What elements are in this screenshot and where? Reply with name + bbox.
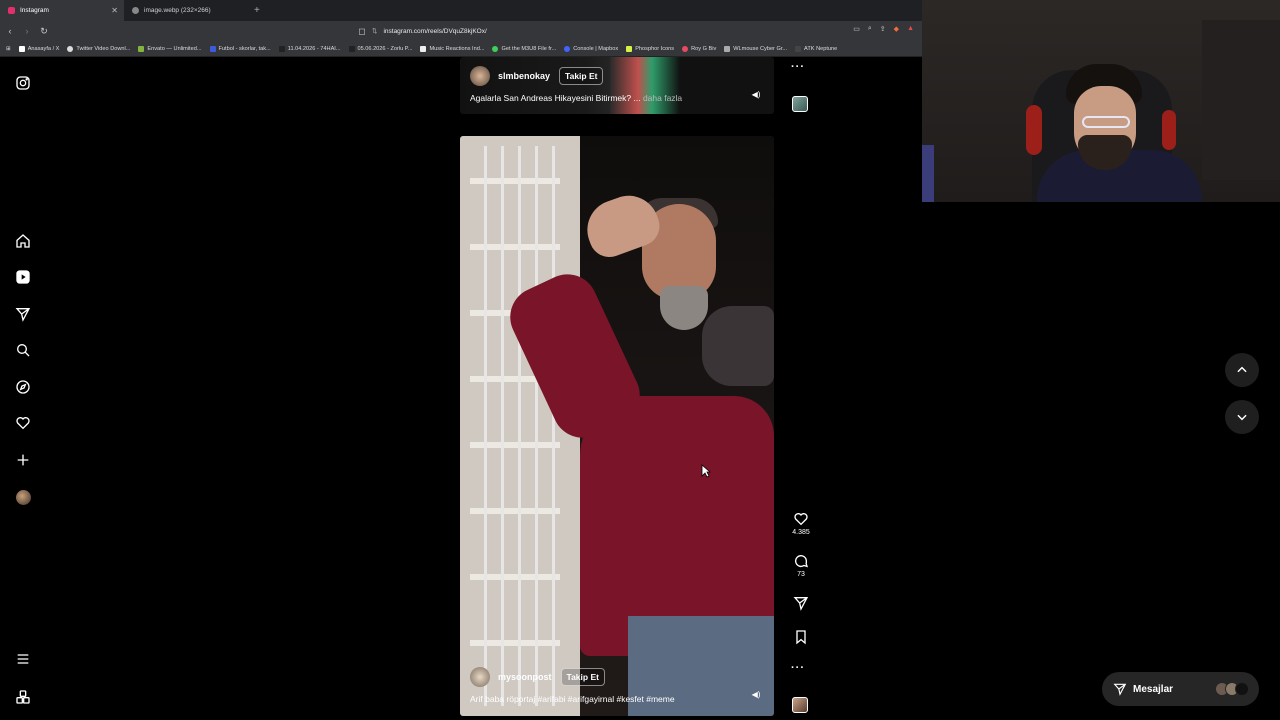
mute-icon[interactable]: ◀) — [750, 90, 762, 102]
comment-icon — [795, 555, 809, 568]
new-tab-icon[interactable]: + — [254, 5, 260, 16]
instagram-favicon-icon — [8, 7, 15, 14]
video-figure-hood — [702, 306, 774, 386]
tab-title: image.webp (232×266) — [144, 7, 211, 14]
avatar — [1235, 682, 1249, 696]
reel-previous[interactable]: slmbenokay Takip Et Agalarla San Andreas… — [460, 57, 774, 114]
zoom-icon[interactable]: ⌕ — [868, 25, 872, 33]
rewards-icon[interactable]: ▲ — [907, 25, 914, 33]
mute-icon[interactable]: ◀) — [750, 690, 762, 702]
bookmark-item[interactable]: 05.06.2026 - Zorlu P... — [348, 45, 412, 52]
bookmark-item[interactable]: Get the M3U8 File fr... — [492, 45, 556, 52]
send-icon[interactable] — [14, 305, 32, 323]
more-options-icon[interactable]: ··· — [791, 61, 805, 73]
tab-title: Instagram — [20, 7, 49, 14]
bookmark-icon — [796, 630, 806, 645]
reload-icon[interactable]: ↻ — [37, 26, 51, 37]
mouse-cursor-icon — [701, 464, 711, 478]
message-avatars — [1215, 682, 1249, 696]
username[interactable]: mysoonpost — [498, 672, 552, 682]
follow-button[interactable]: Takip Et — [560, 668, 605, 686]
save-action[interactable] — [790, 629, 812, 647]
reel-author: slmbenokay Takip Et — [470, 66, 604, 86]
follow-button[interactable]: Takip Et — [559, 67, 604, 85]
bookmark-item[interactable]: Twitter Video Downl... — [67, 45, 130, 52]
like-count: 4.385 — [792, 529, 810, 536]
bookmark-item[interactable]: Music Reactions Ind... — [420, 45, 484, 52]
messages-label: Mesajlar — [1133, 683, 1174, 695]
apps-icon[interactable]: ⊞ — [6, 46, 11, 52]
chevron-up-icon — [1237, 366, 1247, 373]
like-action[interactable]: 4.385 — [790, 511, 812, 536]
comment-action[interactable]: 73 — [790, 553, 812, 578]
messages-button[interactable]: Mesajlar — [1102, 672, 1259, 706]
globe-icon — [132, 7, 139, 14]
share-icon[interactable]: ⇪ — [880, 25, 886, 33]
username[interactable]: slmbenokay — [498, 71, 550, 81]
chevron-down-icon — [1237, 414, 1247, 421]
home-icon[interactable] — [14, 232, 32, 250]
bookmark-item[interactable]: Roy G Biv — [682, 45, 716, 52]
browser-tab-bar: Instagram ✕ image.webp (232×266) + — [0, 0, 922, 21]
brave-shield-icon[interactable]: ◆ — [894, 25, 899, 33]
instagram-icon[interactable] — [14, 74, 32, 92]
reel-caption: Agalarla San Andreas Hikayesini Bitirmek… — [470, 93, 683, 103]
url-text: instagram.com/reels/DVquZ8kjKOx/ — [383, 27, 487, 35]
heart-icon[interactable] — [14, 414, 32, 432]
heart-icon — [794, 513, 808, 526]
bookmark-item[interactable]: Console | Mapbox — [564, 45, 618, 52]
toolbar-actions: ▭ ⌕ ⇪ ◆ ▲ — [853, 25, 914, 33]
tab-image[interactable]: image.webp (232×266) — [124, 0, 248, 21]
audio-thumbnail[interactable] — [792, 697, 808, 713]
more-options-icon[interactable]: ··· — [791, 662, 805, 674]
bookmarks-bar: ⊞ Anasayfa / X Twitter Video Downl... En… — [0, 41, 922, 57]
search-icon[interactable] — [14, 341, 32, 359]
profile-avatar[interactable] — [14, 488, 32, 506]
back-icon[interactable]: ‹ — [3, 26, 17, 36]
avatar[interactable] — [470, 66, 490, 86]
bookmark-item[interactable]: Envato — Unlimited... — [138, 45, 202, 52]
previous-reel-button[interactable] — [1225, 353, 1259, 387]
reel-current[interactable]: mysoonpost Takip Et Arif baba röportaj #… — [460, 136, 774, 716]
forward-icon[interactable]: › — [20, 26, 34, 36]
tab-instagram[interactable]: Instagram ✕ — [0, 0, 124, 21]
more-link[interactable]: daha fazla — [643, 93, 682, 103]
bookmark-item[interactable]: ATK Neptune — [795, 45, 837, 52]
bookmark-item[interactable]: Futbol - skorlar, tak... — [209, 45, 271, 52]
create-icon[interactable] — [14, 451, 32, 469]
comment-count: 73 — [797, 571, 805, 578]
site-info-icon[interactable]: ⇅ — [372, 27, 377, 35]
bookmark-item[interactable]: Phosphor Icons — [626, 45, 674, 52]
webcam-overlay — [922, 0, 1280, 202]
explore-icon[interactable] — [14, 378, 32, 396]
menu-icon[interactable] — [14, 650, 32, 668]
next-reel-button[interactable] — [1225, 400, 1259, 434]
reel-author: mysoonpost Takip Et — [470, 667, 605, 687]
reels-icon[interactable] — [14, 268, 32, 286]
bookmark-item[interactable]: Anasayfa / X — [18, 45, 59, 52]
address-bar[interactable]: ⇅ instagram.com/reels/DVquZ8kjKOx/ — [350, 24, 915, 38]
avatar[interactable] — [470, 667, 490, 687]
reel-caption: Arif baba röportaj #arifabi #arifgayirna… — [470, 694, 675, 704]
share-action[interactable] — [790, 595, 812, 613]
audio-thumbnail[interactable] — [792, 96, 808, 112]
cast-icon[interactable]: ▭ — [853, 25, 860, 33]
browser-toolbar: ‹ › ↻ ◻ ⇅ instagram.com/reels/DVquZ8kjKO… — [0, 21, 922, 41]
bookmark-item[interactable]: WLmouse Cyber Gr... — [724, 45, 787, 52]
send-icon — [1113, 683, 1127, 696]
send-icon — [793, 597, 809, 611]
bookmark-item[interactable]: 11.04.2026 - 74HAI... — [278, 45, 341, 52]
more-icon[interactable] — [14, 688, 32, 706]
close-tab-icon[interactable]: ✕ — [111, 6, 118, 15]
